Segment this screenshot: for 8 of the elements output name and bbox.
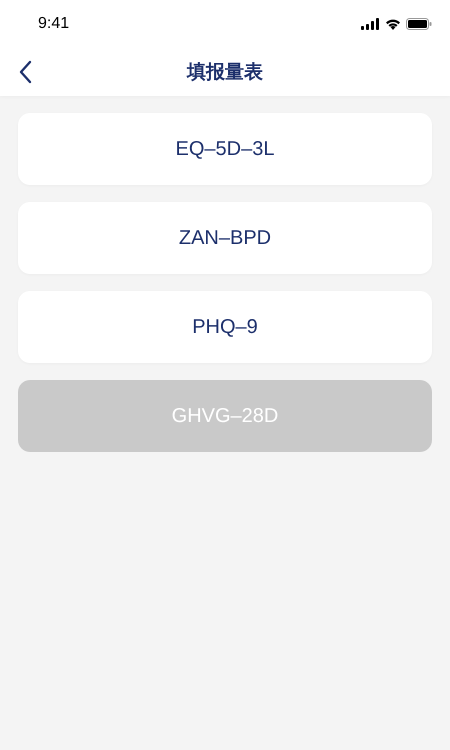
wifi-icon bbox=[385, 18, 401, 30]
scale-button[interactable]: PHQ–9 bbox=[18, 291, 432, 363]
scale-button[interactable]: EQ–5D–3L bbox=[18, 113, 432, 185]
scale-button[interactable]: ZAN–BPD bbox=[18, 202, 432, 274]
status-time: 9:41 bbox=[38, 15, 70, 33]
battery-icon bbox=[406, 18, 432, 30]
signal-icon bbox=[361, 18, 380, 30]
page-title: 填报量表 bbox=[187, 60, 263, 85]
